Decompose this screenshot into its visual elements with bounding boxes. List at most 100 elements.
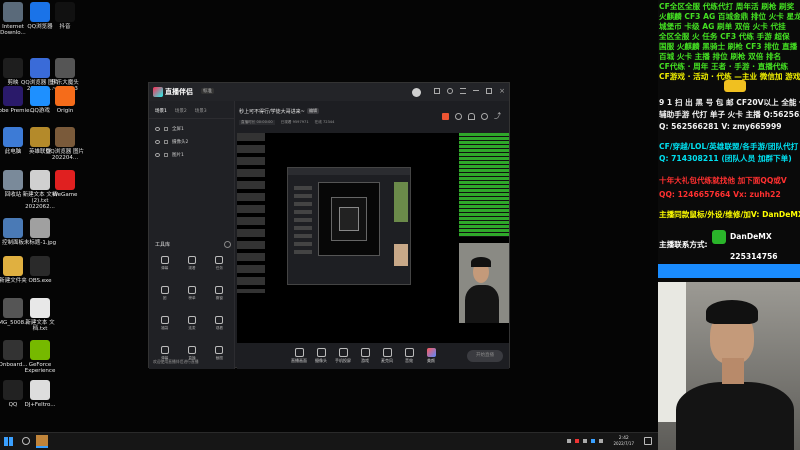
desktop-icon[interactable]: 抖音 <box>43 2 87 30</box>
overlay-line: 全区全服 火 任务 CF3 代练 手游 超保 <box>659 32 790 41</box>
minimize-icon[interactable] <box>473 88 480 91</box>
desktop-icon-label: OBS.exe <box>28 278 52 284</box>
eye-icon[interactable] <box>155 152 160 157</box>
tray-icon[interactable] <box>567 439 572 443</box>
desktop-icon[interactable]: 新建文本 文档.txt <box>18 298 62 332</box>
tab-scene-3[interactable]: 场景3 <box>195 108 207 114</box>
lock-icon[interactable] <box>164 126 168 131</box>
eye-icon[interactable] <box>155 139 160 144</box>
close-icon[interactable]: × <box>499 88 505 97</box>
tool-button[interactable]: 观看 <box>178 256 205 276</box>
live-companion-window: 直播伴侣 标准 × 场景1 场景2 场景3 全屏1 摄像头2 图片1 工具库 弹… <box>148 82 510 369</box>
scene-list: 全屏1 摄像头2 图片1 <box>149 119 234 164</box>
tool-button[interactable]: 观看 <box>206 316 233 336</box>
start-live-button[interactable]: 开始直播 <box>467 350 503 362</box>
tool-button[interactable]: 连麦 <box>178 316 205 336</box>
taskbar: 2:42 2022/7/17 <box>0 432 658 450</box>
nested-preview <box>287 167 411 285</box>
avatar[interactable] <box>412 88 422 97</box>
stream-overlay: CF全区全服 代练代打 周年活 刷枪 刷奖 火麒麟 CF3 AG 百城金鼎 排位 … <box>658 0 800 450</box>
toolbar-icon <box>360 348 370 357</box>
tool-button[interactable]: 橱窗 <box>206 286 233 306</box>
clock[interactable]: 2:42 2022/7/17 <box>613 436 634 446</box>
scene-item[interactable]: 全屏1 <box>153 122 230 135</box>
stat-duration: 直播时长 00:00:00 <box>239 120 275 125</box>
scene-tabs: 场景1 场景2 场景3 <box>149 101 234 119</box>
desktop-icon[interactable]: OBS.exe <box>18 256 62 284</box>
taskbar-app-icon[interactable] <box>36 435 48 448</box>
tool-button[interactable]: 任务 <box>206 256 233 276</box>
desktop-icon[interactable]: GeForce Experience <box>18 340 62 374</box>
scene-item[interactable]: 图片1 <box>153 148 230 161</box>
desktop-icon[interactable]: Origin <box>43 86 87 114</box>
screen: Internet Downlo...QQ浏览器抖音剪映QQ浏览器 图片20220… <box>0 0 800 450</box>
app-logo-badge: 标准 <box>201 88 214 94</box>
desktop-icon[interactable]: QQ浏览器 图片202204... <box>43 127 87 161</box>
overlay-line: 9 1 扫 出 黑 号 包 邮 CF20V以上 全能 代练 <box>659 98 800 107</box>
tab-scene-2[interactable]: 场景2 <box>175 108 187 114</box>
scene-item[interactable]: 摄像头2 <box>153 135 230 148</box>
desktop-icon-label: 抖音 <box>59 24 71 30</box>
preview-stage[interactable] <box>237 133 509 343</box>
tray-icon[interactable] <box>575 439 580 443</box>
tool-label: 榜单 <box>188 296 196 300</box>
desktop-app-icon <box>30 298 50 318</box>
share-icon[interactable] <box>455 113 462 120</box>
tray-icon[interactable] <box>591 439 596 443</box>
overlay-line: 城堡币 卡级 AG 刷单 双倍 火卡 代挂 <box>659 22 786 31</box>
desktop-app-icon <box>55 58 75 78</box>
stream-title[interactable]: 秒上可不得行/学徒大哥进来~ <box>239 108 305 115</box>
toolbar-icon <box>404 348 414 357</box>
tool-label: 团 <box>162 296 167 300</box>
tray-icon[interactable] <box>599 439 604 443</box>
webcam-feed <box>658 282 800 450</box>
overlay-line: 辅助手游 代打 单子 火卡 主播 Q:56256281 <box>659 110 800 119</box>
settings-icon[interactable] <box>447 88 454 94</box>
stream-stats: 直播时长 00:00:00 已观看 9597971 在线 72344 <box>239 120 334 125</box>
tab-scene-1[interactable]: 场景1 <box>155 108 167 114</box>
stage-camera <box>459 243 509 323</box>
bottom-buttons: 直播画面 摄像头 手机投屏 游戏 麦克风 音效 美颜 <box>285 348 465 368</box>
kuaishou-logo-icon <box>724 80 746 92</box>
tool-button[interactable]: 团 <box>151 286 178 306</box>
tool-label: 观看 <box>215 326 223 330</box>
taskbar-search-icon[interactable] <box>22 437 30 445</box>
tray-icon[interactable] <box>583 439 588 443</box>
skin-icon[interactable] <box>434 88 441 94</box>
tool-icon <box>160 256 169 264</box>
clock-date: 2022/7/17 <box>613 441 634 446</box>
bottom-toolbar-button[interactable]: 美颜 <box>417 348 445 364</box>
maximize-icon[interactable] <box>486 88 493 94</box>
eye-icon[interactable] <box>155 126 160 131</box>
overlay-banner <box>658 264 800 278</box>
desktop-icon[interactable]: 未标题-1.jpg <box>18 218 62 246</box>
tool-label: 橱窗 <box>215 296 223 300</box>
toolbar-icon <box>338 348 348 357</box>
notification-icon[interactable] <box>644 437 652 445</box>
tool-button[interactable]: 福袋 <box>151 316 178 336</box>
stat-views: 已观看 9597971 <box>280 120 309 124</box>
menu-icon[interactable] <box>460 88 467 94</box>
gift-icon[interactable] <box>442 113 449 120</box>
gear-icon[interactable] <box>481 113 488 120</box>
bell-icon[interactable] <box>468 113 475 120</box>
lock-icon[interactable] <box>164 152 168 157</box>
overlay-line: CF全区全服 代练代打 周年活 刷枪 刷奖 <box>659 2 795 11</box>
share-arrow-icon[interactable]: ⤴ <box>494 113 501 120</box>
start-menu-icon[interactable] <box>4 437 13 446</box>
tool-icon <box>215 256 224 264</box>
desktop-app-icon <box>30 340 50 360</box>
desktop-icon[interactable]: DJ+Feltro... <box>18 380 62 408</box>
overlay-line: DanDeMX <box>730 232 772 241</box>
tool-button[interactable]: 弹幕 <box>151 256 178 276</box>
tools-add-icon[interactable] <box>224 241 231 248</box>
stage-desktop-icons <box>237 133 265 293</box>
desktop-icon[interactable]: WeGame <box>43 170 87 198</box>
lock-icon[interactable] <box>164 139 168 144</box>
tool-label: 连麦 <box>188 326 196 330</box>
title-edit-tag[interactable]: 编辑 <box>307 108 319 114</box>
app-logo: 直播伴侣 <box>165 88 193 96</box>
tool-button[interactable]: 榜单 <box>178 286 205 306</box>
desktop-icon-label: Origin <box>56 108 74 114</box>
tool-icon <box>187 286 196 294</box>
